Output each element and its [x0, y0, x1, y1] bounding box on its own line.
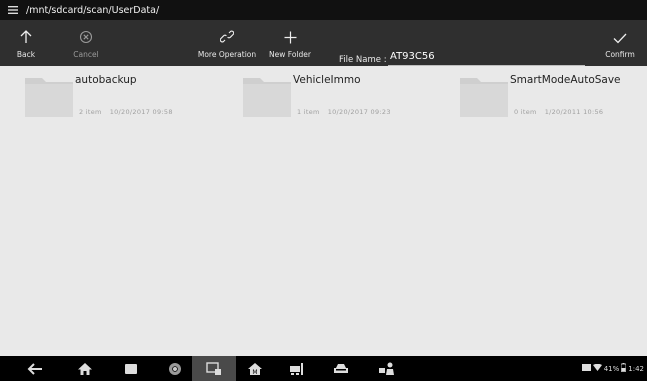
- modified-date: 10/20/2017 09:58: [109, 108, 173, 116]
- folder-name: VehicleImmo: [293, 74, 361, 86]
- folder-name: autobackup: [75, 74, 137, 86]
- path-bar: /mnt/sdcard/scan/UserData/: [0, 0, 647, 20]
- folder-meta: 0 item 1/20/2011 10:56: [514, 108, 603, 116]
- car-icon[interactable]: [326, 356, 356, 381]
- item-count: 0 item: [514, 108, 537, 116]
- status-area: 41% 1:42: [581, 356, 644, 381]
- file-name-label: File Name :: [339, 55, 387, 65]
- chrome-icon[interactable]: [160, 356, 190, 381]
- confirm-button[interactable]: Confirm: [597, 20, 643, 66]
- hamburger-menu-icon[interactable]: [0, 6, 26, 14]
- home-icon[interactable]: [70, 356, 100, 381]
- checkmark-icon: [613, 20, 627, 44]
- more-operation-button[interactable]: More Operation: [195, 20, 259, 66]
- folder-meta: 2 item 10/20/2017 09:58: [79, 108, 173, 116]
- svg-text:M: M: [252, 369, 257, 376]
- file-name-input[interactable]: [388, 47, 585, 66]
- vehicle-lift-icon[interactable]: [282, 356, 312, 381]
- plus-icon: [284, 20, 297, 44]
- system-navigation-bar: M 41% 1:42: [0, 356, 647, 381]
- item-count: 2 item: [79, 108, 102, 116]
- folder-icon: [25, 78, 73, 117]
- recent-apps-icon[interactable]: [116, 356, 146, 381]
- folder-item-vehicleimmo[interactable]: VehicleImmo 1 item 10/20/2017 09:23: [242, 66, 442, 118]
- new-folder-button[interactable]: New Folder: [265, 20, 315, 66]
- new-folder-label: New Folder: [269, 50, 311, 59]
- folder-name: SmartModeAutoSave: [510, 74, 621, 86]
- more-operation-label: More Operation: [197, 50, 257, 59]
- cancel-button[interactable]: Cancel: [62, 20, 110, 66]
- screenshot-icon[interactable]: [192, 356, 236, 381]
- cancel-label: Cancel: [73, 50, 99, 59]
- wifi-icon: [592, 363, 602, 373]
- battery-percent: 41%: [603, 364, 620, 373]
- technician-icon[interactable]: [372, 356, 402, 381]
- folder-icon: [460, 78, 508, 117]
- message-icon: [581, 364, 591, 373]
- battery-icon: [620, 363, 627, 374]
- modified-date: 10/20/2017 09:23: [327, 108, 391, 116]
- file-grid: autobackup 2 item 10/20/2017 09:58 Vehicl…: [0, 66, 647, 356]
- up-arrow-icon: [20, 20, 32, 44]
- folder-item-autobackup[interactable]: autobackup 2 item 10/20/2017 09:58: [24, 66, 224, 118]
- clock: 1:42: [628, 364, 644, 373]
- confirm-label: Confirm: [605, 50, 635, 59]
- toolbar: Back Cancel More Operation New Folder Fi…: [0, 20, 647, 66]
- modified-date: 1/20/2011 10:56: [544, 108, 604, 116]
- back-label: Back: [16, 50, 36, 59]
- folder-item-smartmodeautosave[interactable]: SmartModeAutoSave 0 item 1/20/2011 10:56: [459, 66, 645, 118]
- item-count: 1 item: [297, 108, 320, 116]
- folder-meta: 1 item 10/20/2017 09:23: [297, 108, 391, 116]
- maxisys-home-icon[interactable]: M: [240, 356, 270, 381]
- link-icon: [220, 20, 234, 44]
- cancel-circle-icon: [79, 20, 93, 44]
- back-button[interactable]: Back: [5, 20, 47, 66]
- back-arrow-icon[interactable]: [20, 356, 50, 381]
- folder-icon: [243, 78, 291, 117]
- current-path: /mnt/sdcard/scan/UserData/: [26, 4, 160, 16]
